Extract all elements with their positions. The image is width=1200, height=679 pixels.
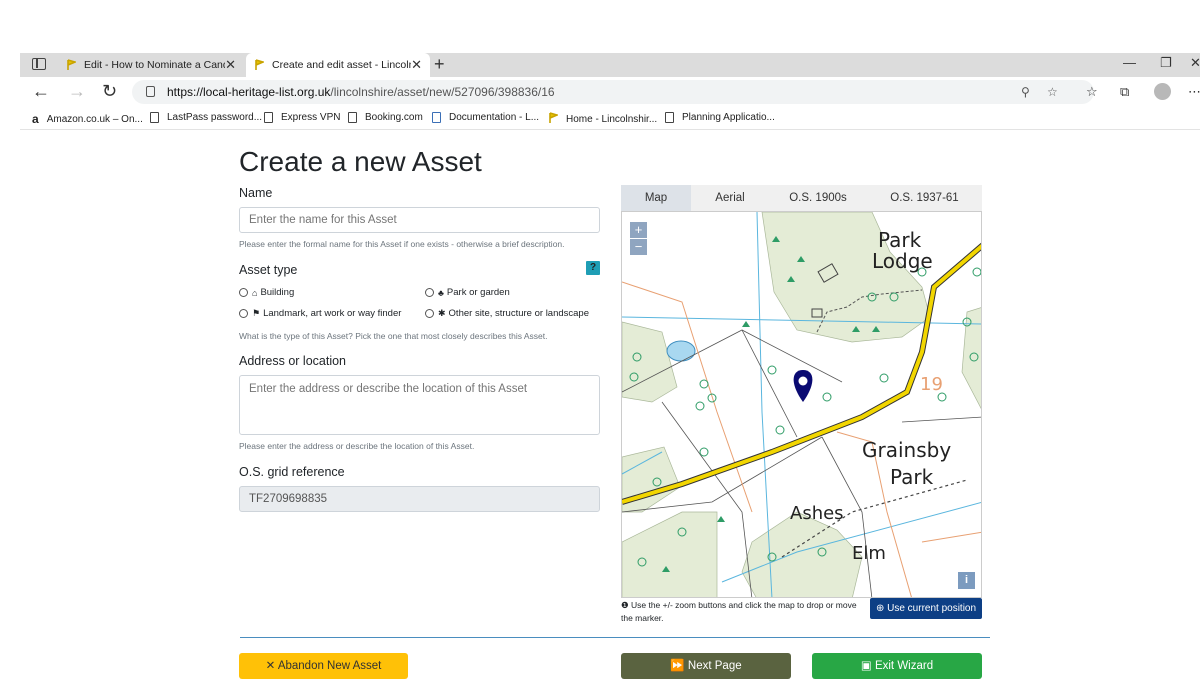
zoom-in-button[interactable]: + — [630, 222, 647, 238]
name-help-text: Please enter the formal name for this As… — [239, 239, 565, 249]
globe-icon: ⊕ — [875, 603, 888, 614]
browser-tab-bar: Edit - How to Nominate a Candi ✕ Create … — [20, 53, 1200, 77]
abandon-button[interactable]: ✕ Abandon New Asset — [239, 653, 408, 679]
reload-icon[interactable]: ↻ — [102, 81, 117, 102]
asset-type-label: Asset type — [239, 263, 298, 277]
next-page-button[interactable]: ⏩ Next Page — [621, 653, 791, 679]
map-tabs: Map Aerial O.S. 1900s O.S. 1937-61 — [621, 185, 982, 211]
favicon-icon — [548, 112, 560, 127]
favorites-icon[interactable]: ☆ — [1086, 84, 1098, 100]
grid-reference-label: O.S. grid reference — [239, 465, 345, 479]
zoom-out-button[interactable]: − — [630, 239, 647, 255]
radio-park-garden[interactable]: ♣ Park or garden — [425, 287, 510, 298]
tab-os-1900s[interactable]: O.S. 1900s — [769, 185, 867, 211]
asset-type-help-text: What is the type of this Asset? Pick the… — [239, 331, 548, 341]
favicon-icon — [254, 59, 266, 71]
map-info-button[interactable]: i — [958, 572, 975, 589]
bookmark-planning[interactable]: Planning Applicatio... — [665, 112, 775, 123]
bookmark-home-lincolnshire[interactable]: Home - Lincolnshir... — [548, 112, 657, 127]
tab-label: Edit - How to Nominate a Candi — [84, 59, 226, 71]
info-circle-icon: ❶ — [621, 600, 631, 610]
save-icon: ▣ — [860, 660, 875, 672]
page-icon — [348, 112, 357, 123]
amazon-icon: a — [32, 112, 39, 126]
page-title: Create a new Asset — [239, 146, 482, 177]
radio-building[interactable]: ⌂ Building — [239, 287, 294, 298]
bookmark-amazon[interactable]: a Amazon.co.uk – On... — [32, 112, 143, 126]
map-label-grainsby: Grainsby — [862, 438, 951, 462]
tab-aerial[interactable]: Aerial — [691, 185, 769, 211]
url-input[interactable]: https://local-heritage-list.org.uk/linco… — [132, 80, 1094, 104]
browser-tab-create-asset[interactable]: Create and edit asset - Lincolnsh ✕ — [246, 53, 430, 77]
bookmarks-bar: a Amazon.co.uk – On... LastPass password.… — [20, 108, 1200, 130]
address-bar: ← → ↻ https://local-heritage-list.org.uk… — [20, 77, 1200, 107]
minimize-icon[interactable]: — — [1123, 55, 1136, 70]
radio-button[interactable] — [425, 288, 434, 297]
name-input[interactable] — [239, 207, 600, 233]
more-menu-icon[interactable]: ⋯ — [1188, 84, 1200, 100]
address-label: Address or location — [239, 354, 347, 368]
lock-icon — [146, 86, 155, 97]
forward-icon: ⏩ — [670, 660, 688, 672]
close-icon: ✕ — [265, 660, 278, 672]
map-graphic: Park Lodge 19 Grainsby Park Ashes Elm — [622, 212, 981, 597]
url-text: https://local-heritage-list.org.uk/linco… — [167, 85, 555, 99]
radio-button[interactable] — [425, 309, 434, 318]
avatar[interactable] — [1154, 83, 1171, 100]
radio-landmark[interactable]: ⚑ Landmark, art work or way finder — [239, 308, 401, 319]
close-window-icon[interactable]: ✕ — [1190, 55, 1200, 71]
radio-button[interactable] — [239, 288, 248, 297]
map-marker-icon — [793, 370, 813, 402]
bookmark-expressvpn[interactable]: Express VPN — [264, 112, 340, 123]
name-label: Name — [239, 186, 273, 200]
home-icon: ⌂ — [252, 287, 258, 298]
map-canvas[interactable]: Park Lodge 19 Grainsby Park Ashes Elm + … — [621, 211, 982, 598]
use-current-position-button[interactable]: ⊕ Use current position — [870, 598, 982, 619]
help-icon[interactable]: ? — [586, 261, 600, 275]
page-icon — [150, 112, 159, 123]
map-label-grainsby-park: Park — [890, 465, 934, 489]
maximize-icon[interactable]: ❐ — [1160, 55, 1172, 71]
exit-wizard-button[interactable]: ▣ Exit Wizard — [812, 653, 982, 679]
favicon-icon — [66, 59, 78, 71]
tab-os-1937-61[interactable]: O.S. 1937-61 — [867, 185, 982, 211]
favorite-star-icon[interactable]: ☆ — [1047, 85, 1058, 99]
grid-reference-field: TF2709698835 — [239, 486, 600, 512]
divider — [240, 637, 990, 638]
close-tab-icon[interactable]: ✕ — [411, 57, 422, 73]
map-label-elm: Elm — [852, 543, 886, 564]
map-instructions: ❶ Use the +/- zoom buttons and click the… — [621, 600, 857, 623]
map-label-lodge: Lodge — [872, 249, 933, 273]
bookmark-booking[interactable]: Booking.com — [348, 112, 423, 123]
asterisk-icon: ✱ — [438, 308, 446, 318]
address-help-text: Please enter the address or describe the… — [239, 441, 475, 451]
collections-icon[interactable]: ⧉ — [1120, 84, 1129, 100]
radio-other-site[interactable]: ✱ Other site, structure or landscape — [425, 308, 589, 319]
document-icon — [432, 112, 441, 123]
page-icon — [264, 112, 273, 123]
tab-label: Create and edit asset - Lincolnsh — [272, 59, 412, 71]
address-input[interactable] — [239, 375, 600, 435]
map-label-ashes: Ashes — [790, 503, 844, 524]
bookmark-lastpass[interactable]: LastPass password... — [150, 112, 262, 123]
page-icon — [665, 112, 674, 123]
forward-icon[interactable]: → — [68, 81, 86, 102]
flag-icon: ⚑ — [252, 308, 261, 318]
bookmark-documentation[interactable]: Documentation - L... — [432, 112, 539, 123]
back-icon[interactable]: ← — [32, 81, 50, 102]
zoom-icon[interactable]: ⚲ — [1021, 85, 1030, 99]
tab-actions-icon[interactable] — [32, 58, 46, 70]
close-tab-icon[interactable]: ✕ — [225, 57, 236, 73]
browser-tab-edit[interactable]: Edit - How to Nominate a Candi ✕ — [58, 53, 244, 77]
new-tab-icon[interactable]: + — [434, 54, 445, 75]
radio-button[interactable] — [239, 309, 248, 318]
tab-map[interactable]: Map — [621, 185, 691, 211]
map-label-number: 19 — [920, 374, 943, 395]
tree-icon: ♣ — [438, 287, 444, 298]
